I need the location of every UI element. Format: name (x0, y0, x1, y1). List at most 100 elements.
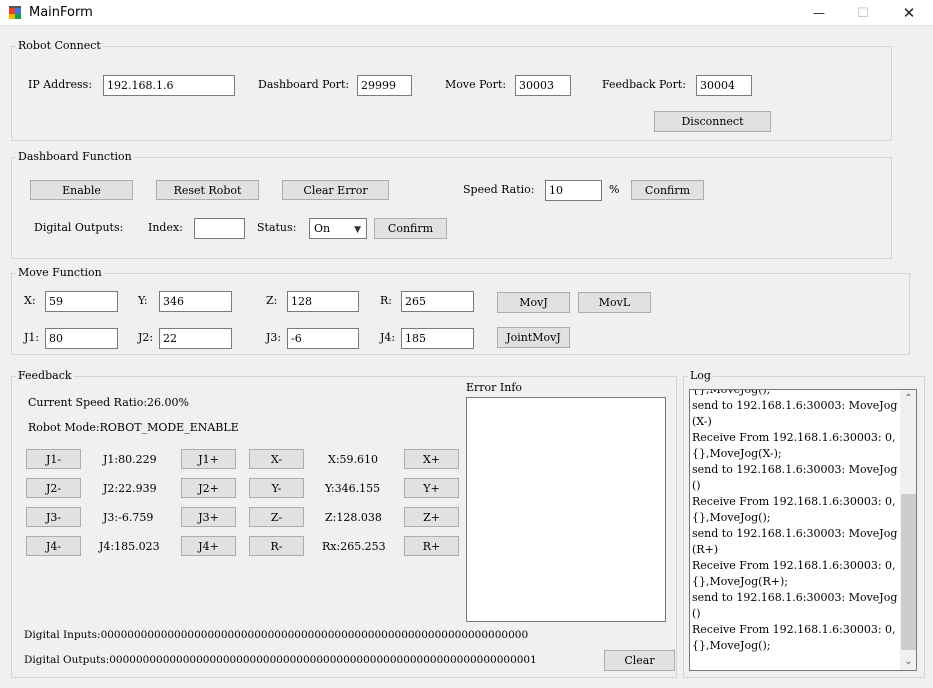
maximize-button[interactable]: ☐ (840, 0, 886, 26)
log-title: Log (688, 369, 713, 382)
x-plus-button[interactable]: X+ (404, 449, 459, 469)
window-title: MainForm (29, 5, 93, 20)
status-label: Status: (257, 221, 297, 234)
speed-ratio-label: Speed Ratio: (463, 183, 535, 196)
index-input[interactable] (194, 218, 245, 239)
robot-connect-title: Robot Connect (16, 39, 103, 52)
j4-feedback-value: J4:185.023 (99, 540, 160, 553)
r-label: R: (380, 294, 392, 307)
r-input[interactable]: 265 (401, 291, 474, 312)
chevron-down-icon: ▼ (354, 225, 361, 235)
j3-minus-button[interactable]: J3- (26, 507, 81, 527)
log-line: {},MoveJog(R+); (692, 575, 788, 588)
status-select[interactable]: On ▼ (309, 218, 367, 239)
y-label: Y: (138, 294, 148, 307)
z-minus-button[interactable]: Z- (249, 507, 304, 527)
disconnect-button[interactable]: Disconnect (654, 111, 771, 132)
j3-input[interactable]: -6 (287, 328, 359, 349)
scroll-thumb[interactable] (901, 494, 916, 650)
dashboard-port-label: Dashboard Port: (258, 78, 350, 91)
log-line: Receive From 192.168.1.6:30003: 0, (692, 431, 896, 444)
jointmovj-button[interactable]: JointMovJ (497, 327, 570, 348)
j4-input[interactable]: 185 (401, 328, 474, 349)
log-line: {},MoveJog(X-); (692, 447, 782, 460)
z-input[interactable]: 128 (287, 291, 359, 312)
dashboard-function-title: Dashboard Function (16, 150, 134, 163)
log-line: {},MoveJog(); (692, 511, 771, 524)
error-info-box[interactable] (466, 397, 666, 622)
j1-input[interactable]: 80 (45, 328, 118, 349)
scroll-down-icon[interactable]: ⌄ (900, 653, 916, 670)
ip-address-input[interactable]: 192.168.1.6 (103, 75, 235, 96)
j3-label: J3: (266, 331, 282, 344)
ip-address-label: IP Address: (28, 78, 93, 91)
movj-button[interactable]: MovJ (497, 292, 570, 313)
move-port-input[interactable]: 30003 (515, 75, 571, 96)
log-line: Receive From 192.168.1.6:30003: 0, (692, 495, 896, 508)
digital-output-confirm-button[interactable]: Confirm (374, 218, 447, 239)
j2-input[interactable]: 22 (159, 328, 232, 349)
feedback-port-label: Feedback Port: (602, 78, 686, 91)
percent-label: % (609, 183, 620, 196)
z-feedback-value: Z:128.038 (325, 511, 382, 524)
r-minus-button[interactable]: R- (249, 536, 304, 556)
z-label: Z: (266, 294, 278, 307)
log-content: {},MoveJog(); send to 192.168.1.6:30003:… (692, 389, 900, 654)
log-line: send to 192.168.1.6:30003: MoveJog (692, 527, 898, 540)
j4-plus-button[interactable]: J4+ (181, 536, 236, 556)
j3-feedback-value: J3:-6.759 (103, 511, 154, 524)
log-line: {},MoveJog(); (692, 639, 771, 652)
close-icon: ✕ (902, 4, 916, 22)
movl-button[interactable]: MovL (578, 292, 651, 313)
log-line: () (692, 479, 701, 492)
r-feedback-value: Rx:265.253 (322, 540, 386, 553)
speed-confirm-button[interactable]: Confirm (631, 180, 704, 200)
log-line: send to 192.168.1.6:30003: MoveJog (692, 399, 898, 412)
log-line: send to 192.168.1.6:30003: MoveJog (692, 463, 898, 476)
feedback-port-input[interactable]: 30004 (696, 75, 752, 96)
dashboard-port-input[interactable]: 29999 (357, 75, 412, 96)
clear-error-button[interactable]: Clear Error (282, 180, 389, 200)
clear-button[interactable]: Clear (604, 650, 675, 671)
enable-button[interactable]: Enable (30, 180, 133, 200)
z-plus-button[interactable]: Z+ (404, 507, 459, 527)
move-function-title: Move Function (16, 266, 104, 279)
title-bar: MainForm — ☐ ✕ (0, 0, 933, 26)
move-port-label: Move Port: (445, 78, 507, 91)
jog-grid: J1- J1:80.229 J1+ X- X:59.610 X+ J2- J2:… (0, 448, 470, 588)
x-minus-button[interactable]: X- (249, 449, 304, 469)
j2-minus-button[interactable]: J2- (26, 478, 81, 498)
r-plus-button[interactable]: R+ (404, 536, 459, 556)
x-input[interactable]: 59 (45, 291, 118, 312)
j1-label: J1: (24, 331, 40, 344)
log-line: (R+) (692, 543, 719, 556)
digital-inputs: Digital Inputs:0000000000000000000000000… (24, 629, 529, 641)
current-speed-ratio: Current Speed Ratio:26.00% (28, 396, 189, 409)
feedback-title: Feedback (16, 369, 74, 382)
log-textbox[interactable]: {},MoveJog(); send to 192.168.1.6:30003:… (689, 389, 917, 671)
index-label: Index: (148, 221, 183, 234)
minimize-button[interactable]: — (796, 0, 842, 26)
log-line: {},MoveJog(); (692, 389, 771, 396)
log-line: Receive From 192.168.1.6:30003: 0, (692, 623, 896, 636)
j1-minus-button[interactable]: J1- (26, 449, 81, 469)
j2-feedback-value: J2:22.939 (103, 482, 157, 495)
y-plus-button[interactable]: Y+ (404, 478, 459, 498)
speed-ratio-input[interactable]: 10 (545, 180, 602, 201)
reset-robot-button[interactable]: Reset Robot (156, 180, 259, 200)
app-icon (8, 5, 23, 20)
j1-plus-button[interactable]: J1+ (181, 449, 236, 469)
digital-outputs-label: Digital Outputs: (34, 221, 124, 234)
dashboard-function-group (11, 157, 892, 259)
log-scrollbar[interactable]: ⌃ ⌄ (900, 390, 916, 670)
y-input[interactable]: 346 (159, 291, 232, 312)
j3-plus-button[interactable]: J3+ (181, 507, 236, 527)
status-select-value: On (314, 222, 331, 235)
y-minus-button[interactable]: Y- (249, 478, 304, 498)
scroll-up-icon[interactable]: ⌃ (900, 390, 916, 407)
minimize-icon: — (813, 6, 825, 20)
x-feedback-value: X:59.610 (328, 453, 379, 466)
j2-plus-button[interactable]: J2+ (181, 478, 236, 498)
j4-minus-button[interactable]: J4- (26, 536, 81, 556)
close-button[interactable]: ✕ (886, 0, 932, 26)
